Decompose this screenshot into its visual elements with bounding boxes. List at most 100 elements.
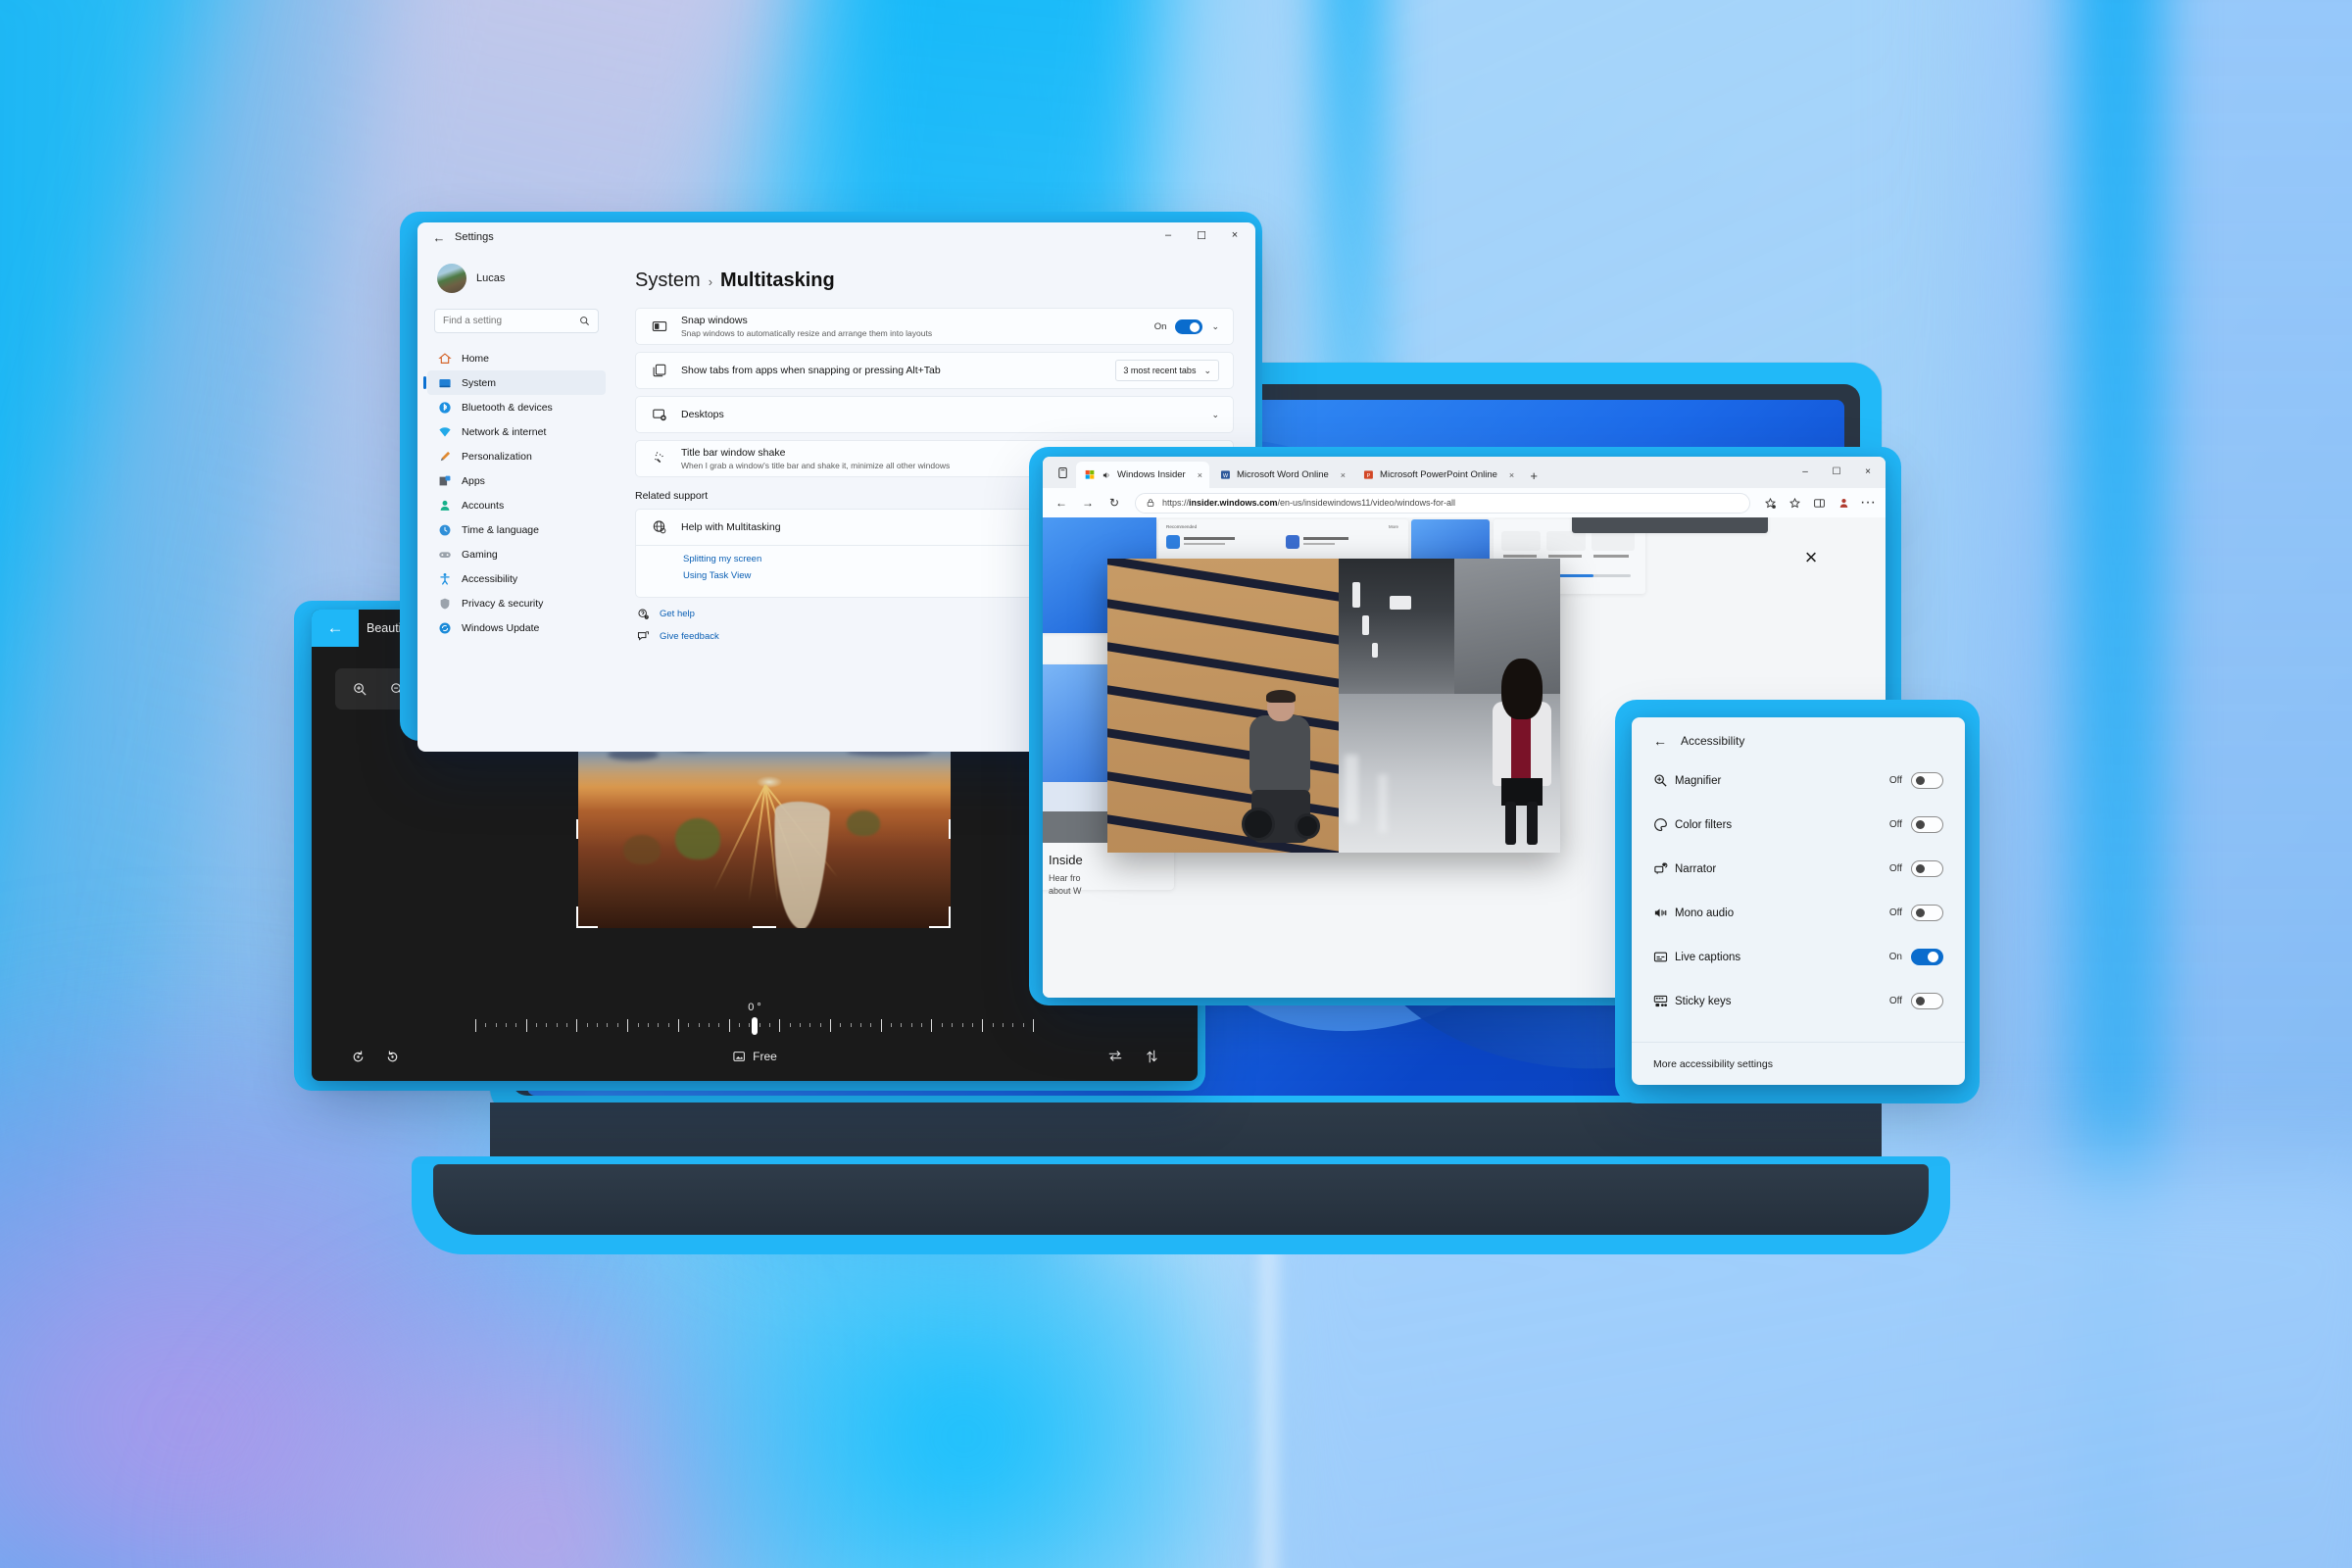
edge-toolbar[interactable]: ← → ↻ https://insider.windows.com/en-us/… xyxy=(1043,488,1886,517)
maximize-button[interactable]: ☐ xyxy=(1185,222,1218,248)
sidebar-item-gaming[interactable]: Gaming xyxy=(427,542,606,566)
crop-handle[interactable] xyxy=(753,926,776,928)
accessibility-list[interactable]: Magnifier Off Color filters Off Narrator Off M… xyxy=(1632,757,1965,1023)
browser-tab-label: Microsoft Word Online xyxy=(1236,469,1329,480)
accessibility-toggle[interactable] xyxy=(1911,993,1943,1009)
back-arrow-icon[interactable]: ← xyxy=(1653,733,1667,749)
profile-icon[interactable] xyxy=(1834,493,1853,513)
accessibility-toggle[interactable] xyxy=(1911,905,1943,921)
crop-handle[interactable] xyxy=(576,906,578,928)
settings-caption-buttons[interactable]: – ☐ × xyxy=(1152,222,1251,248)
close-button[interactable]: × xyxy=(1852,457,1884,486)
rotation-ruler[interactable] xyxy=(475,1017,1034,1035)
favorites-icon[interactable] xyxy=(1785,493,1804,513)
accessibility-row-label: Sticky keys xyxy=(1675,995,1732,1007)
rotate-left-icon[interactable] xyxy=(351,1050,366,1064)
breadcrumb-parent[interactable]: System xyxy=(635,270,701,292)
browser-refresh-icon[interactable]: ↻ xyxy=(1103,492,1125,514)
site-info-icon[interactable] xyxy=(1146,498,1155,508)
setting-card-snap-windows[interactable]: Snap windows Snap windows to automatical… xyxy=(635,308,1234,345)
accessibility-toggle[interactable] xyxy=(1911,772,1943,789)
setting-title: Snap windows xyxy=(681,315,748,326)
sidebar-item-home[interactable]: Home xyxy=(427,346,606,370)
setting-subtitle: Snap windows to automatically resize and… xyxy=(681,328,933,338)
accessibility-toggle[interactable] xyxy=(1911,949,1943,965)
back-arrow-icon[interactable]: ← xyxy=(427,225,451,249)
tab-close-icon[interactable]: × xyxy=(1509,470,1514,480)
settings-nav[interactable]: Home System Bluetooth & devices Network & i… xyxy=(423,346,606,640)
rotation-knob[interactable] xyxy=(752,1017,758,1035)
accessibility-toggle[interactable] xyxy=(1911,860,1943,877)
accessibility-header[interactable]: ← Accessibility xyxy=(1632,717,1965,757)
sidebar-item-windows-update[interactable]: Windows Update xyxy=(427,615,606,640)
browser-tab-windows-insider[interactable]: Windows Insider × xyxy=(1076,462,1209,488)
accessibility-flyout[interactable]: ← Accessibility Magnifier Off Color filter… xyxy=(1632,717,1965,1085)
tab-close-icon[interactable]: × xyxy=(1341,470,1346,480)
sidebar-item-privacy-security[interactable]: Privacy & security xyxy=(427,591,606,615)
collections-icon[interactable] xyxy=(1760,493,1780,513)
accessibility-row-narrator[interactable]: Narrator Off xyxy=(1653,847,1943,891)
accessibility-toggle[interactable] xyxy=(1911,816,1943,833)
flip-horizontal-icon[interactable] xyxy=(1107,1049,1123,1064)
crop-handle[interactable] xyxy=(576,819,578,839)
sidebar-item-time-language[interactable]: Time & language xyxy=(427,517,606,542)
split-screen-icon[interactable] xyxy=(1809,493,1829,513)
browser-forward-icon[interactable]: → xyxy=(1077,492,1099,514)
accessibility-row-magnifier[interactable]: Magnifier Off xyxy=(1653,759,1943,803)
address-bar[interactable]: https://insider.windows.com/en-us/inside… xyxy=(1135,492,1750,514)
snap-windows-toggle[interactable] xyxy=(1175,318,1203,334)
sidebar-item-label: Windows Update xyxy=(462,621,540,634)
minimize-button[interactable]: – xyxy=(1789,457,1821,486)
settings-titlebar[interactable]: ← Settings – ☐ × xyxy=(417,222,1255,252)
back-arrow-icon[interactable]: ← xyxy=(312,610,359,647)
sidebar-item-accounts[interactable]: Accounts xyxy=(427,493,606,517)
sidebar-item-label: Accessibility xyxy=(462,572,518,585)
browser-tab-microsoft-powerpoint-online[interactable]: P Microsoft PowerPoint Online × xyxy=(1354,462,1521,488)
sidebar-item-bluetooth-devices[interactable]: Bluetooth & devices xyxy=(427,395,606,419)
sidebar-item-network-internet[interactable]: Network & internet xyxy=(427,419,606,444)
accessibility-row-sticky-keys[interactable]: Sticky keys Off xyxy=(1653,979,1943,1023)
crop-handle[interactable] xyxy=(576,926,598,928)
tab-close-icon[interactable]: × xyxy=(1198,470,1202,480)
crop-handle[interactable] xyxy=(949,819,951,839)
video-player[interactable] xyxy=(1107,559,1560,853)
more-accessibility-settings-link[interactable]: More accessibility settings xyxy=(1632,1042,1965,1085)
rotate-right-icon[interactable] xyxy=(385,1050,400,1064)
photos-bottom-toolbar[interactable]: Free xyxy=(312,1040,1198,1073)
new-tab-button[interactable]: + xyxy=(1523,463,1544,488)
edge-caption-buttons[interactable]: – ☐ × xyxy=(1789,457,1884,486)
setting-card-show-tabs[interactable]: Show tabs from apps when snapping or pre… xyxy=(635,352,1234,389)
accessibility-row-mono-audio[interactable]: Mono audio Off xyxy=(1653,891,1943,935)
flip-vertical-icon[interactable] xyxy=(1145,1049,1158,1064)
search-input-wrapper[interactable] xyxy=(434,309,599,333)
search-input[interactable] xyxy=(443,316,579,326)
sidebar-item-apps[interactable]: Apps xyxy=(427,468,606,493)
accessibility-row-live-captions[interactable]: Live captions On xyxy=(1653,935,1943,979)
maximize-button[interactable]: ☐ xyxy=(1821,457,1852,486)
close-button[interactable]: × xyxy=(1218,222,1251,248)
sidebar-item-personalization[interactable]: Personalization xyxy=(427,444,606,468)
sidebar-item-system[interactable]: System xyxy=(423,370,606,395)
tab-actions-icon[interactable] xyxy=(1049,457,1076,488)
browser-back-icon[interactable]: ← xyxy=(1051,492,1072,514)
browser-tab-microsoft-word-online[interactable]: W Microsoft Word Online × xyxy=(1211,462,1352,488)
ruler-tick xyxy=(607,1023,609,1027)
zoom-in-icon[interactable] xyxy=(343,674,376,704)
close-overlay-icon[interactable]: × xyxy=(1798,545,1824,570)
setting-card-desktops[interactable]: Desktops ⌄ xyxy=(635,396,1234,433)
ruler-tick xyxy=(779,1018,781,1032)
chevron-down-icon[interactable]: ⌄ xyxy=(1211,321,1219,332)
aspect-ratio-control[interactable]: Free xyxy=(732,1050,777,1063)
minimize-button[interactable]: – xyxy=(1152,222,1185,248)
sidebar-item-accessibility[interactable]: Accessibility xyxy=(427,566,606,591)
live-captions-icon xyxy=(1653,950,1675,964)
crop-handle[interactable] xyxy=(949,906,951,928)
more-icon[interactable]: ··· xyxy=(1858,493,1878,513)
accessibility-row-color-filters[interactable]: Color filters Off xyxy=(1653,803,1943,847)
chevron-down-icon[interactable]: ⌄ xyxy=(1211,410,1219,420)
crop-handle[interactable] xyxy=(929,926,951,928)
show-tabs-dropdown[interactable]: 3 most recent tabs ⌄ xyxy=(1115,360,1219,381)
edge-tabstrip[interactable]: Windows Insider × W Microsoft Word Online × P… xyxy=(1043,457,1886,488)
user-profile[interactable]: Lucas xyxy=(437,264,505,293)
ruler-tick xyxy=(982,1018,984,1032)
